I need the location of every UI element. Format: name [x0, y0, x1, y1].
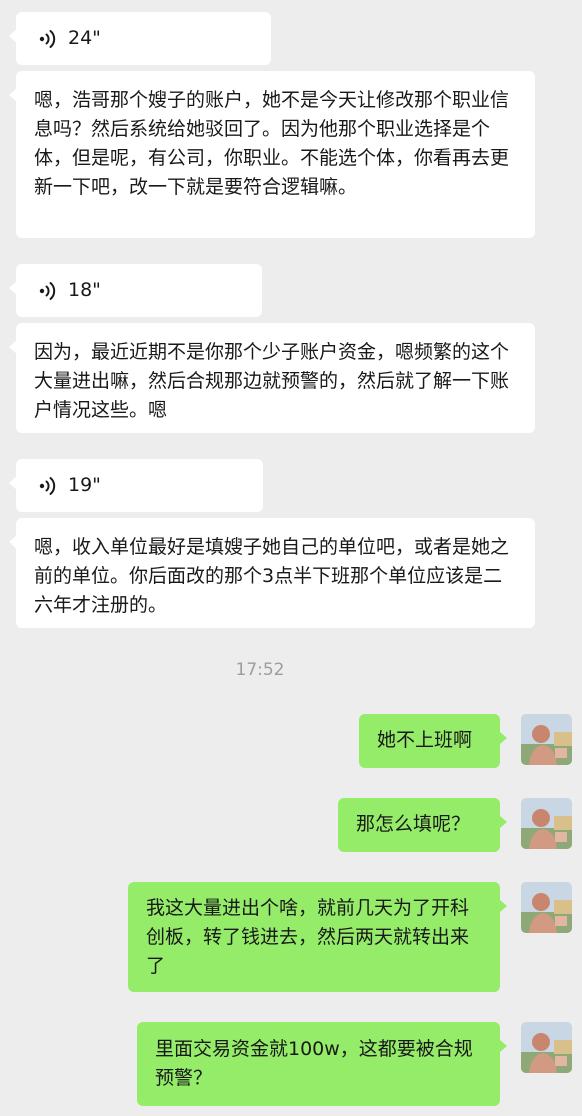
- message-bubble[interactable]: 嗯，浩哥那个嫂子的账户，她不是今天让修改那个职业信息吗？然后系统给她驳回了。因为…: [9, 71, 535, 238]
- avatar-image: [521, 714, 572, 765]
- message-bubble[interactable]: 她不上班啊: [359, 714, 507, 768]
- timestamp: 17:52: [235, 660, 285, 680]
- voice-wave-icon: [39, 29, 56, 48]
- message-text: 因为，最近近期不是你那个少子账户资金，嗯频繁的这个大量进出嘛，然后合规那边就预警…: [34, 341, 510, 421]
- avatar[interactable]: [521, 714, 572, 765]
- message-text: 嗯，收入单位最好是填嫂子她自己的单位吧，或者是她之前的单位。你后面改的那个3点半…: [34, 536, 510, 616]
- voice-duration: 24": [68, 27, 101, 49]
- voice-duration: 19": [68, 474, 101, 496]
- message-bubble[interactable]: 因为，最近近期不是你那个少子账户资金，嗯频繁的这个大量进出嘛，然后合规那边就预警…: [9, 323, 535, 433]
- message-text: 我这大量进出个啥，就前几天为了开科创板，转了钱进去，然后两天就转出来了: [146, 897, 470, 977]
- voice-wave-icon: [39, 476, 56, 495]
- avatar[interactable]: [521, 1022, 572, 1073]
- voice-message[interactable]: 24": [9, 12, 271, 65]
- voice-message[interactable]: 19": [9, 459, 263, 512]
- message-bubble[interactable]: 嗯，收入单位最好是填嫂子她自己的单位吧，或者是她之前的单位。你后面改的那个3点半…: [9, 518, 535, 628]
- message-text: 里面交易资金就100w，这都要被合规预警？: [155, 1038, 473, 1089]
- message-bubble[interactable]: 里面交易资金就100w，这都要被合规预警？: [137, 1022, 507, 1106]
- avatar-image: [521, 882, 572, 933]
- message-text: 那怎么填呢？: [356, 813, 471, 835]
- avatar[interactable]: [521, 798, 572, 849]
- voice-message[interactable]: 18": [9, 264, 262, 317]
- message-text: 她不上班啊: [377, 729, 473, 751]
- message-bubble[interactable]: 那怎么填呢？: [338, 798, 507, 852]
- voice-wave-icon: [39, 281, 56, 300]
- message-text: 嗯，浩哥那个嫂子的账户，她不是今天让修改那个职业信息吗？然后系统给她驳回了。因为…: [34, 89, 510, 198]
- avatar[interactable]: [521, 882, 572, 933]
- avatar-image: [521, 1022, 572, 1073]
- avatar-image: [521, 798, 572, 849]
- message-bubble[interactable]: 我这大量进出个啥，就前几天为了开科创板，转了钱进去，然后两天就转出来了: [128, 882, 507, 992]
- voice-duration: 18": [68, 279, 101, 301]
